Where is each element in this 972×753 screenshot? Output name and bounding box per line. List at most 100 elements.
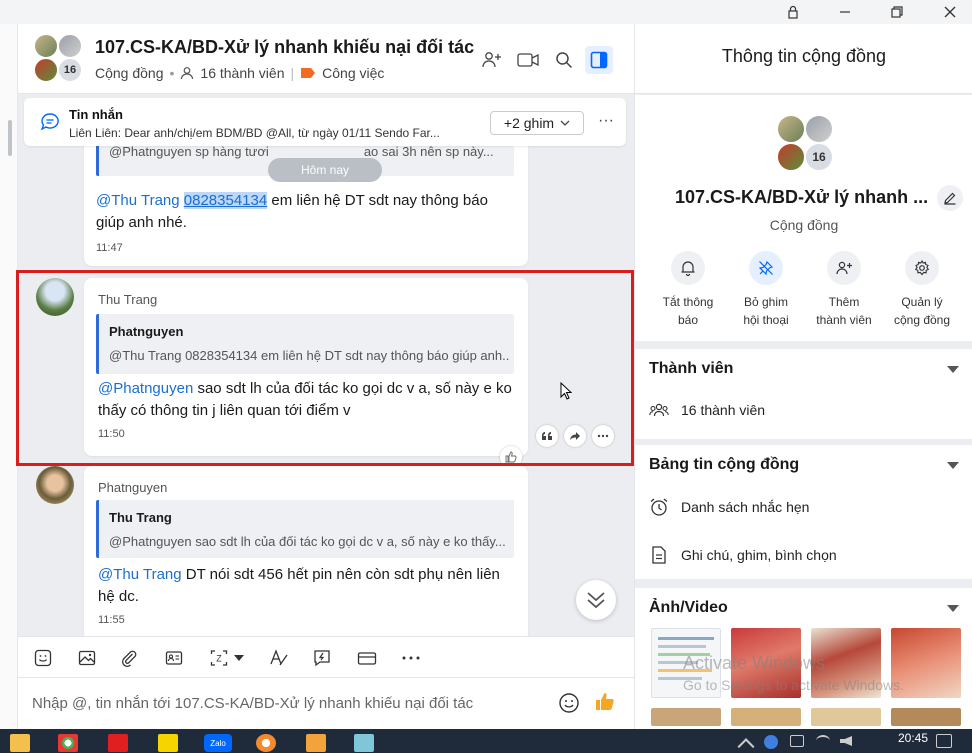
- thumbs-up-icon[interactable]: [594, 690, 616, 712]
- emoji-icon[interactable]: [558, 692, 580, 714]
- sender-name: Phatnguyen: [98, 480, 168, 495]
- sticky-notes-icon[interactable]: [158, 734, 178, 752]
- toggle-info-panel-icon[interactable]: [585, 46, 613, 74]
- taskbar-clock[interactable]: 20:45: [898, 731, 928, 745]
- reminder-list-row[interactable]: Danh sách nhắc hẹn: [649, 497, 809, 517]
- app-icon[interactable]: [354, 734, 374, 752]
- chrome-icon[interactable]: [58, 734, 78, 752]
- add-member-icon[interactable]: [478, 46, 506, 74]
- group-avatar[interactable]: 16: [34, 34, 86, 84]
- notifications-icon[interactable]: [936, 734, 952, 748]
- message-time: 11:55: [98, 614, 125, 626]
- collapse-caret-icon[interactable]: [947, 605, 959, 612]
- payment-card-icon[interactable]: [356, 647, 378, 669]
- panel-title: Thông tin cộng đồng: [721, 46, 887, 66]
- members-row[interactable]: 16 thành viên: [649, 402, 765, 418]
- member-avatar: [58, 34, 82, 58]
- mention-link[interactable]: @Thu Trang: [96, 192, 180, 209]
- section-title: Bảng tin cộng đồng: [649, 456, 800, 473]
- group-subtitle: Cộng đồng • 16 thành viên | Công việc: [95, 65, 384, 81]
- member-avatar: [805, 115, 833, 143]
- wifi-icon[interactable]: [816, 735, 830, 747]
- pinned-messages-bar[interactable]: Tin nhắn Liên Liên: Dear anh/chị/em BDM/…: [24, 98, 626, 146]
- contact-card-icon[interactable]: [163, 647, 185, 669]
- app-icon[interactable]: [306, 734, 326, 752]
- search-icon[interactable]: [550, 46, 578, 74]
- phone-link[interactable]: 0828354134: [183, 192, 268, 209]
- double-chevron-down-icon: [587, 592, 605, 609]
- tray-app-icon[interactable]: [764, 735, 778, 749]
- rail-scrollbar[interactable]: [8, 120, 12, 156]
- svg-text:Z: Z: [216, 654, 222, 664]
- manage-community-button[interactable]: Quản lý cộng đồng: [883, 251, 961, 329]
- minimize-icon[interactable]: [828, 0, 862, 24]
- pinned-count-dropdown[interactable]: +2 ghim: [490, 111, 584, 135]
- bell-icon: [671, 251, 705, 285]
- member-count-badge: 16: [58, 58, 82, 82]
- window-titlebar: [0, 0, 972, 24]
- tag-label[interactable]: Công việc: [322, 65, 384, 81]
- add-member-icon: [827, 251, 861, 285]
- wps-office-icon[interactable]: [108, 734, 128, 752]
- person-icon: [180, 66, 194, 80]
- reply-quote[interactable]: Thu Trang @Phatnguyen sao sdt lh của đối…: [96, 500, 514, 558]
- zalo-icon[interactable]: Zalo: [204, 734, 232, 752]
- composer-toolbar: Z: [18, 636, 634, 678]
- reminder-list-label: Danh sách nhắc hẹn: [681, 499, 810, 515]
- pinned-preview[interactable]: Liên Liên: Dear anh/chị/em BDM/BD @All, …: [69, 126, 464, 140]
- mute-notifications-button[interactable]: Tắt thông báo: [649, 251, 727, 329]
- image-icon[interactable]: [76, 647, 98, 669]
- unpin-conversation-button[interactable]: Bỏ ghim hội thoại: [727, 251, 805, 329]
- panel-group-avatar[interactable]: 16: [777, 115, 833, 171]
- more-tools-icon[interactable]: [400, 647, 422, 669]
- message-text: @Thu Trang DT nói sdt 456 hết pin nên cò…: [98, 566, 500, 605]
- quick-message-icon[interactable]: [311, 647, 333, 669]
- close-icon[interactable]: [933, 0, 967, 24]
- members-count-link[interactable]: 16 thành viên: [200, 65, 284, 81]
- sticker-icon[interactable]: [32, 647, 54, 669]
- app-icon[interactable]: [256, 734, 276, 752]
- message-text: @Thu Trang 0828354134 em liên hệ DT sdt …: [96, 192, 488, 231]
- screenshot-icon[interactable]: Z: [208, 647, 230, 669]
- gear-icon: [905, 251, 939, 285]
- separator-dot: •: [169, 65, 175, 81]
- media-thumbnail[interactable]: [811, 708, 881, 726]
- member-avatar: [777, 143, 805, 171]
- group-type: Cộng đồng: [769, 217, 839, 233]
- collapse-caret-icon[interactable]: [947, 366, 959, 373]
- chevron-down-icon: [560, 120, 570, 126]
- activation-watermark-title: Activate Windows: [683, 653, 826, 673]
- members-section: Thành viên 16 thành viên: [635, 349, 972, 439]
- volume-icon[interactable]: [840, 736, 852, 746]
- media-thumbnail[interactable]: [891, 708, 961, 726]
- more-options-icon[interactable]: ···: [598, 112, 614, 130]
- message-bubble[interactable]: Phatnguyen Thu Trang @Phatnguyen sao sdt…: [84, 466, 528, 636]
- member-avatar: [777, 115, 805, 143]
- file-explorer-icon[interactable]: [10, 734, 30, 752]
- tray-app-icon[interactable]: [790, 735, 804, 747]
- chat-bubble-icon: [40, 112, 60, 132]
- edit-name-icon[interactable]: [937, 185, 963, 211]
- message-input[interactable]: [32, 692, 552, 714]
- tag-icon: [300, 67, 316, 79]
- video-call-icon[interactable]: [514, 46, 542, 74]
- lock-icon[interactable]: [776, 0, 810, 24]
- attachment-icon[interactable]: [118, 647, 140, 669]
- add-member-button[interactable]: Thêm thành viên: [805, 251, 883, 329]
- media-thumbnail[interactable]: [731, 708, 801, 726]
- member-count-badge: 16: [805, 143, 833, 171]
- mention-link[interactable]: @Thu Trang: [98, 566, 182, 583]
- notes-pins-polls-row[interactable]: Ghi chú, ghim, bình chọn: [649, 545, 837, 565]
- collapse-caret-icon[interactable]: [947, 462, 959, 469]
- media-thumbnail[interactable]: [651, 708, 721, 726]
- text-format-icon[interactable]: [268, 647, 290, 669]
- scroll-to-bottom-button[interactable]: [576, 580, 616, 620]
- chevron-up-icon[interactable]: [737, 738, 755, 753]
- avatar[interactable]: [36, 466, 74, 504]
- activation-watermark-subtitle: Go to Settings to activate Windows.: [683, 677, 904, 693]
- restore-icon[interactable]: [880, 0, 914, 24]
- group-people-icon: [649, 402, 669, 418]
- community-label: Cộng đồng: [95, 65, 164, 81]
- message-bubble[interactable]: @Phatnguyen sp hàng tươi ao sai 3h nên sp…: [84, 134, 528, 266]
- caret-down-icon[interactable]: [232, 647, 246, 669]
